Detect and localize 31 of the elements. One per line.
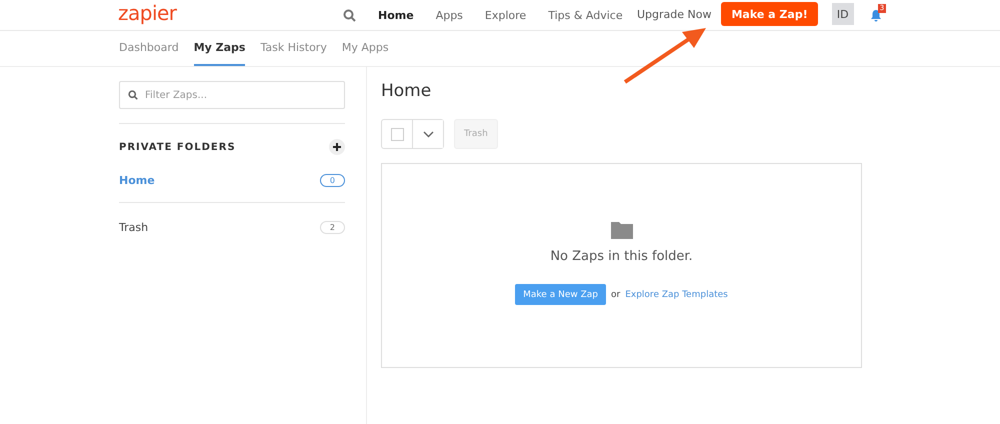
nav-link[interactable]: Apps [436, 8, 463, 22]
bell-icon[interactable] [870, 9, 882, 22]
tab[interactable]: Task History [260, 31, 327, 66]
folder-icon [610, 222, 632, 239]
tab[interactable]: Dashboard [119, 31, 179, 66]
upgrade-link[interactable]: Upgrade Now [637, 8, 712, 20]
select-all-checkbox[interactable] [390, 128, 404, 140]
add-folder-button[interactable] [329, 139, 345, 155]
nav-link[interactable]: Home [378, 8, 414, 22]
chevron-icon [422, 130, 434, 138]
section-title: PRIVATE FOLDERS [119, 142, 236, 152]
filter-field[interactable]: Filter Zaps... [119, 81, 345, 109]
empty-message: No Zaps in this folder. [550, 249, 693, 264]
nav-link[interactable]: Explore [484, 8, 526, 22]
nav-link[interactable]: Tips & Advice [548, 8, 623, 22]
user-avatar[interactable]: ID [832, 3, 854, 25]
or-text: or [610, 290, 620, 300]
templates-link[interactable]: Explore Zap Templates [625, 290, 728, 300]
zapier-logo[interactable]: zapier [118, 1, 177, 25]
folder-count: 2 [320, 220, 345, 234]
tab[interactable]: My Zaps [194, 31, 246, 66]
folder-link[interactable]: Trash [119, 220, 148, 234]
folder-link[interactable]: Home [119, 174, 155, 186]
new-zap-button[interactable]: Make a New Zap [515, 284, 606, 305]
search-icon [128, 90, 138, 100]
search-icon[interactable] [343, 8, 356, 22]
tab[interactable]: My Apps [342, 31, 389, 66]
make-zap-button[interactable]: Make a Zap! [721, 2, 818, 26]
folder-count: 0 [320, 174, 345, 186]
page-title: Home [381, 81, 432, 103]
plus-icon [333, 143, 341, 151]
